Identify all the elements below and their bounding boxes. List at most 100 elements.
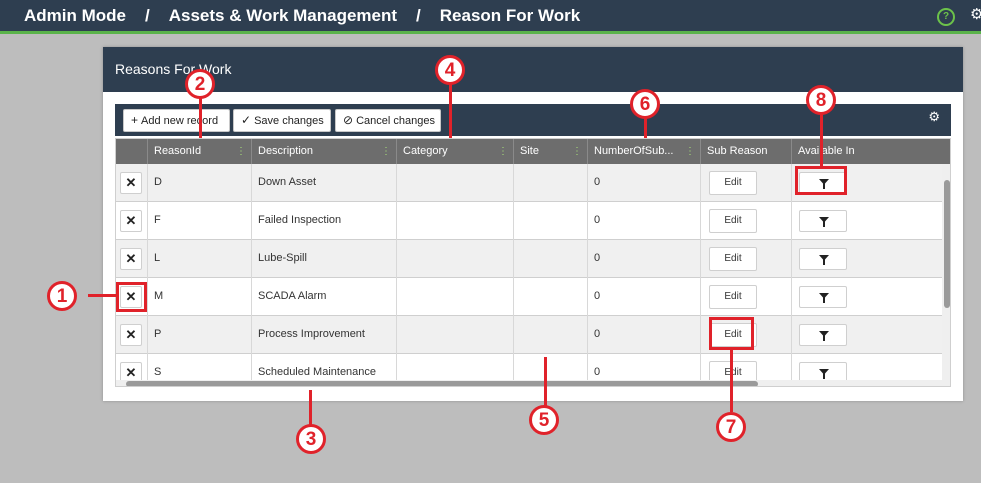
cell-site[interactable] [513, 240, 587, 278]
cell-number-of-sub[interactable]: 0 [587, 278, 700, 316]
grid-header: ReasonId ⋮ Description ⋮ Category ⋮ Site ⋮ N… [116, 139, 950, 164]
column-menu-icon[interactable]: ⋮ [381, 139, 391, 164]
cell-description[interactable]: SCADA Alarm [251, 278, 396, 316]
cell-reasonid[interactable]: P [147, 316, 251, 354]
header-label: Description [258, 145, 314, 157]
callout-1: 1 [47, 281, 77, 311]
vertical-scroll-thumb[interactable] [944, 180, 950, 308]
available-in-filter-button[interactable] [799, 248, 847, 270]
delete-row-button[interactable]: ✕ [120, 210, 142, 232]
callout-line [820, 114, 823, 166]
save-changes-button[interactable]: ✓ Save changes [233, 109, 331, 132]
horizontal-scroll-thumb[interactable] [126, 381, 758, 386]
cell-description[interactable]: Lube-Spill [251, 240, 396, 278]
breadcrumb-item-admin-mode[interactable]: Admin Mode [24, 6, 126, 25]
table-row: ✕ P Process Improvement 0 Edit [116, 316, 942, 354]
cell-site[interactable] [513, 316, 587, 354]
column-menu-icon[interactable]: ⋮ [498, 139, 508, 164]
cell-reasonid[interactable]: L [147, 240, 251, 278]
cell-sub-reason: Edit [700, 240, 791, 278]
filter-icon [819, 293, 829, 303]
header-sub-reason[interactable]: Sub Reason [700, 139, 791, 164]
reasonid-value: F [154, 214, 161, 226]
column-menu-icon[interactable]: ⋮ [236, 139, 246, 164]
cell-site[interactable] [513, 278, 587, 316]
cell-site[interactable] [513, 164, 587, 202]
highlight-edit-button [709, 317, 754, 350]
delete-cell: ✕ [116, 202, 147, 240]
breadcrumb-item-reason-for-work: Reason For Work [439, 6, 581, 25]
cell-category[interactable] [396, 278, 513, 316]
cell-number-of-sub[interactable]: 0 [587, 164, 700, 202]
gear-icon[interactable]: ⚙ [970, 5, 981, 23]
cell-category[interactable] [396, 316, 513, 354]
filter-icon [819, 255, 829, 265]
filter-icon [819, 217, 829, 227]
cell-site[interactable] [513, 202, 587, 240]
cell-sub-reason: Edit [700, 278, 791, 316]
reasonid-value: S [154, 366, 162, 378]
highlight-filter-button [795, 166, 847, 195]
top-bar: Admin Mode / Assets & Work Management / Reas… [0, 0, 981, 34]
cell-reasonid[interactable]: F [147, 202, 251, 240]
edit-sub-reason-button[interactable]: Edit [709, 209, 757, 233]
available-in-filter-button[interactable] [799, 324, 847, 346]
close-icon: ✕ [125, 327, 137, 342]
cancel-changes-label: Cancel changes [356, 115, 435, 127]
panel-title: Reasons For Work [103, 47, 963, 92]
delete-row-button[interactable]: ✕ [120, 248, 142, 270]
callout-line [309, 390, 312, 426]
cell-category[interactable] [396, 164, 513, 202]
header-category[interactable]: Category ⋮ [396, 139, 513, 164]
cell-number-of-sub[interactable]: 0 [587, 316, 700, 354]
callout-line [544, 357, 547, 407]
header-label: ReasonId [154, 145, 202, 157]
header-label: Sub Reason [707, 145, 768, 157]
add-record-button[interactable]: + Add new record [123, 109, 230, 132]
delete-row-button[interactable]: ✕ [120, 324, 142, 346]
column-menu-icon[interactable]: ⋮ [685, 139, 695, 164]
cell-description[interactable]: Process Improvement [251, 316, 396, 354]
cancel-changes-button[interactable]: ⊘ Cancel changes [335, 109, 441, 132]
cell-reasonid[interactable]: D [147, 164, 251, 202]
description-value: Failed Inspection [258, 214, 342, 226]
delete-row-button[interactable]: ✕ [120, 172, 142, 194]
callout-line [88, 294, 116, 297]
header-label: Available In [798, 145, 855, 157]
edit-label: Edit [724, 177, 742, 188]
highlight-delete-button [116, 282, 147, 312]
breadcrumb-item-assets[interactable]: Assets & Work Management [169, 6, 397, 25]
callout-line [644, 118, 647, 138]
cell-description[interactable]: Failed Inspection [251, 202, 396, 240]
available-in-filter-button[interactable] [799, 286, 847, 308]
cell-description[interactable]: Down Asset [251, 164, 396, 202]
description-value: Scheduled Maintenance [258, 366, 377, 378]
edit-sub-reason-button[interactable]: Edit [709, 247, 757, 271]
cell-reasonid[interactable]: M [147, 278, 251, 316]
header-available-in[interactable]: Available In [791, 139, 942, 164]
filter-icon [819, 369, 829, 379]
cell-number-of-sub[interactable]: 0 [587, 202, 700, 240]
column-menu-icon[interactable]: ⋮ [572, 139, 582, 164]
help-circle-icon[interactable]: ? [937, 8, 955, 26]
callout-5: 5 [529, 405, 559, 435]
edit-sub-reason-button[interactable]: Edit [709, 285, 757, 309]
description-value: SCADA Alarm [258, 290, 327, 302]
cell-available-in [791, 240, 942, 278]
number-of-sub-value: 0 [594, 252, 601, 264]
cell-category[interactable] [396, 202, 513, 240]
header-number-of-sub[interactable]: NumberOfSub... ⋮ [587, 139, 700, 164]
cell-number-of-sub[interactable]: 0 [587, 240, 700, 278]
vertical-scrollbar[interactable] [942, 164, 950, 386]
header-reasonid[interactable]: ReasonId ⋮ [147, 139, 251, 164]
edit-label: Edit [724, 291, 742, 302]
header-description[interactable]: Description ⋮ [251, 139, 396, 164]
header-site[interactable]: Site ⋮ [513, 139, 587, 164]
number-of-sub-value: 0 [594, 328, 601, 340]
grid-settings-gear-icon[interactable]: ⚙ [928, 109, 940, 125]
available-in-filter-button[interactable] [799, 210, 847, 232]
cell-available-in [791, 316, 942, 354]
cell-category[interactable] [396, 240, 513, 278]
edit-sub-reason-button[interactable]: Edit [709, 171, 757, 195]
horizontal-scrollbar[interactable] [116, 380, 942, 386]
